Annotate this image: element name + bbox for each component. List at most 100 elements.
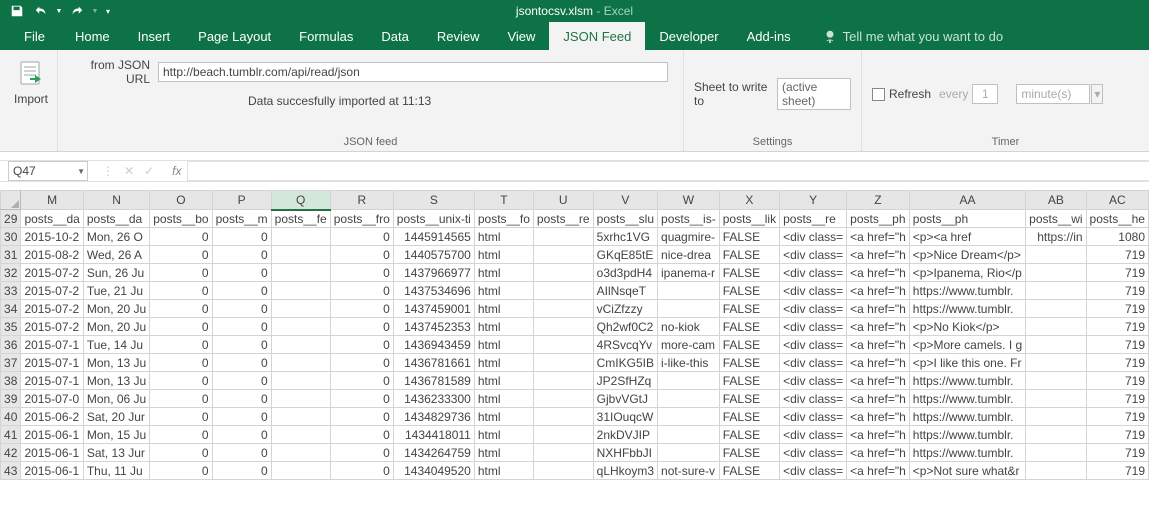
col-header-W[interactable]: W <box>658 191 720 210</box>
cell[interactable]: <a href="h <box>847 426 910 444</box>
cell[interactable]: 0 <box>150 264 212 282</box>
cell[interactable]: 0 <box>150 228 212 246</box>
cell[interactable]: 2015-06-2 <box>21 408 83 426</box>
cell[interactable] <box>658 390 720 408</box>
cell[interactable]: <p>Nice Dream</p> <box>909 246 1025 264</box>
cell[interactable]: FALSE <box>719 264 779 282</box>
json-url-input[interactable] <box>158 62 668 82</box>
table-row[interactable]: 372015-07-1Mon, 13 Ju0001436781661htmlCm… <box>1 354 1149 372</box>
tab-insert[interactable]: Insert <box>124 22 185 50</box>
cell[interactable]: 0 <box>150 462 212 480</box>
cell[interactable]: 0 <box>212 390 271 408</box>
table-row[interactable]: 352015-07-2Mon, 20 Ju0001437452353htmlQh… <box>1 318 1149 336</box>
table-row[interactable]: 29posts__daposts__daposts__boposts__mpos… <box>1 210 1149 228</box>
cell[interactable]: 0 <box>212 354 271 372</box>
cell[interactable]: html <box>474 228 533 246</box>
cell[interactable]: posts__ph <box>909 210 1025 228</box>
col-header-P[interactable]: P <box>212 191 271 210</box>
cell[interactable]: 719 <box>1086 300 1148 318</box>
cell[interactable]: 1434829736 <box>393 408 474 426</box>
row-header[interactable]: 42 <box>1 444 21 462</box>
table-row[interactable]: 342015-07-2Mon, 20 Ju0001437459001htmlvC… <box>1 300 1149 318</box>
cell[interactable]: posts__m <box>212 210 271 228</box>
import-button[interactable]: Import <box>10 54 52 110</box>
table-row[interactable]: 422015-06-1Sat, 13 Jur0001434264759htmlN… <box>1 444 1149 462</box>
cell[interactable]: 0 <box>330 444 393 462</box>
cell[interactable]: 0 <box>330 264 393 282</box>
row-header[interactable]: 38 <box>1 372 21 390</box>
cell[interactable]: 2015-10-2 <box>21 228 83 246</box>
cell[interactable]: 719 <box>1086 246 1148 264</box>
tab-developer[interactable]: Developer <box>645 22 732 50</box>
cell[interactable]: <p>Not sure what&r <box>909 462 1025 480</box>
cell[interactable] <box>1026 426 1086 444</box>
cell[interactable]: 0 <box>212 336 271 354</box>
cell[interactable] <box>533 390 593 408</box>
redo-button[interactable] <box>66 1 88 21</box>
cell[interactable]: vCiZfzzy <box>593 300 657 318</box>
cell[interactable] <box>658 426 720 444</box>
cell[interactable]: <a href="h <box>847 390 910 408</box>
cell[interactable] <box>271 426 330 444</box>
cell[interactable]: JP2SfHZq <box>593 372 657 390</box>
cell[interactable]: 2015-07-2 <box>21 264 83 282</box>
cell[interactable]: <a href="h <box>847 300 910 318</box>
col-header-O[interactable]: O <box>150 191 212 210</box>
cell[interactable]: 0 <box>330 282 393 300</box>
cell[interactable]: 1436781661 <box>393 354 474 372</box>
cell[interactable] <box>1026 246 1086 264</box>
table-row[interactable]: 402015-06-2Sat, 20 Jur0001434829736html3… <box>1 408 1149 426</box>
cell[interactable] <box>1026 282 1086 300</box>
cell[interactable]: posts__re <box>780 210 847 228</box>
tab-view[interactable]: View <box>493 22 549 50</box>
cell[interactable]: 0 <box>212 318 271 336</box>
cell[interactable]: Tue, 21 Ju <box>83 282 149 300</box>
row-header[interactable]: 36 <box>1 336 21 354</box>
cell[interactable]: <a href="h <box>847 318 910 336</box>
cell[interactable]: 0 <box>212 228 271 246</box>
col-header-V[interactable]: V <box>593 191 657 210</box>
cell[interactable]: <a href="h <box>847 282 910 300</box>
cell[interactable]: posts__lik <box>719 210 779 228</box>
cell[interactable]: 719 <box>1086 282 1148 300</box>
cell[interactable]: 0 <box>330 408 393 426</box>
cell[interactable]: <div class= <box>780 408 847 426</box>
cell[interactable]: html <box>474 282 533 300</box>
cell[interactable]: 0 <box>330 228 393 246</box>
cell[interactable]: <p>I like this one. Fr <box>909 354 1025 372</box>
cell[interactable] <box>271 462 330 480</box>
cell[interactable]: posts__da <box>21 210 83 228</box>
cell[interactable] <box>1026 318 1086 336</box>
cell[interactable]: html <box>474 462 533 480</box>
cell[interactable]: FALSE <box>719 408 779 426</box>
cell[interactable]: Sat, 20 Jur <box>83 408 149 426</box>
col-header-S[interactable]: S <box>393 191 474 210</box>
refresh-checkbox[interactable] <box>872 88 885 101</box>
cell[interactable]: 719 <box>1086 354 1148 372</box>
col-header-U[interactable]: U <box>533 191 593 210</box>
undo-dropdown[interactable]: ▼ <box>54 1 64 21</box>
row-header[interactable]: 33 <box>1 282 21 300</box>
cell[interactable]: 0 <box>212 444 271 462</box>
cell[interactable]: 0 <box>330 462 393 480</box>
cell[interactable]: Mon, 20 Ju <box>83 300 149 318</box>
tab-page-layout[interactable]: Page Layout <box>184 22 285 50</box>
cell[interactable] <box>271 282 330 300</box>
cell[interactable]: 0 <box>150 354 212 372</box>
cell[interactable]: 0 <box>330 318 393 336</box>
tab-json-feed[interactable]: JSON Feed <box>549 22 645 50</box>
row-header[interactable]: 29 <box>1 210 21 228</box>
cell[interactable]: 0 <box>150 300 212 318</box>
cell[interactable]: o3d3pdH4 <box>593 264 657 282</box>
cell[interactable]: 1080 <box>1086 228 1148 246</box>
row-header[interactable]: 35 <box>1 318 21 336</box>
cell[interactable]: 0 <box>212 246 271 264</box>
cell[interactable]: 1437459001 <box>393 300 474 318</box>
cell[interactable]: 0 <box>212 372 271 390</box>
cell[interactable]: <a href="h <box>847 354 910 372</box>
table-row[interactable]: 302015-10-2Mon, 26 O0001445914565html5xr… <box>1 228 1149 246</box>
table-row[interactable]: 382015-07-1Mon, 13 Ju0001436781589htmlJP… <box>1 372 1149 390</box>
cell[interactable]: 0 <box>212 408 271 426</box>
cell[interactable]: 2015-07-2 <box>21 318 83 336</box>
save-button[interactable] <box>6 1 28 21</box>
